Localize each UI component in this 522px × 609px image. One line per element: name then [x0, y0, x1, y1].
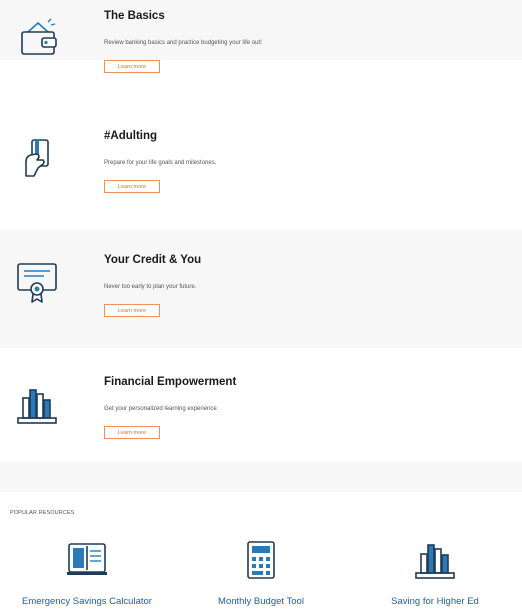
open-book-icon [65, 538, 109, 582]
books-icon [413, 538, 457, 582]
certificate-icon [14, 260, 60, 306]
card-your-credit: Your Credit & You Never too early to pla… [0, 254, 522, 350]
card-financial-empowerment: Financial Empowerment Get your personali… [0, 376, 522, 472]
resource-link[interactable]: Monthly Budget Tool [174, 596, 348, 607]
learn-more-button[interactable]: Learn more [104, 180, 160, 193]
card-title: #Adulting [104, 130, 158, 142]
learn-more-button[interactable]: Learn more [104, 60, 160, 73]
resource-link[interactable]: Emergency Savings Calculator [0, 596, 174, 607]
card-adulting: #Adulting Prepare for your life goals an… [0, 130, 522, 226]
learn-more-button[interactable]: Learn more [104, 426, 160, 439]
popular-resources-heading: POPULAR RESOURCES [10, 510, 75, 516]
card-title: Your Credit & You [104, 254, 202, 266]
books-icon [14, 382, 60, 428]
card-title: The Basics [104, 10, 165, 22]
resource-link[interactable]: Saving for Higher Ed [348, 596, 522, 607]
card-title: Financial Empowerment [104, 376, 237, 388]
learn-more-button[interactable]: Learn more [104, 304, 160, 317]
card-description: Review banking basics and practice budge… [104, 40, 262, 46]
resource-emergency-savings[interactable]: Emergency Savings Calculator [0, 534, 174, 607]
calculator-icon [239, 538, 283, 582]
card-description: Prepare for your life goals and mileston… [104, 160, 217, 166]
resource-saving-higher-ed[interactable]: Saving for Higher Ed [348, 534, 522, 607]
card-the-basics: The Basics Review banking basics and pra… [0, 10, 522, 106]
card-hand-icon [14, 136, 60, 182]
card-description: Never too early to plan your future. [104, 284, 197, 290]
card-description: Get your personalized learning experienc… [104, 406, 219, 412]
resource-monthly-budget[interactable]: Monthly Budget Tool [174, 534, 348, 607]
wallet-icon [14, 16, 60, 62]
